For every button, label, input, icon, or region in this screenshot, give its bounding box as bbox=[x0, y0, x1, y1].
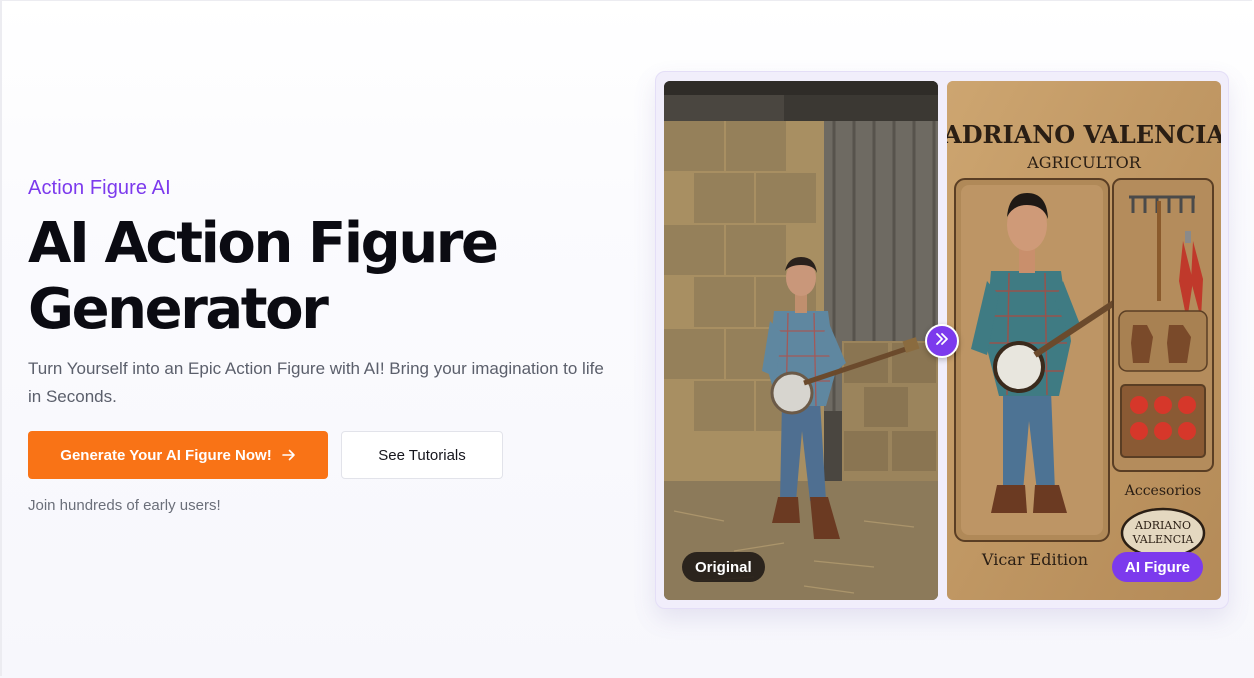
page-title: AI Action Figure Generator bbox=[28, 211, 628, 343]
box-subtitle-text: AGRICULTOR bbox=[1026, 153, 1142, 172]
ai-figure-image: ADRIANO VALENCIA AGRICULTOR Accesorios A… bbox=[947, 81, 1221, 600]
title-line-1: AI Action Figure bbox=[28, 211, 499, 276]
before-after-card: Original ADRIANO VALENCIA AGRICULTOR Acc… bbox=[655, 71, 1229, 609]
box-name-text: ADRIANO VALENCIA bbox=[947, 120, 1221, 149]
hero-section: Action Figure AI AI Action Figure Genera… bbox=[28, 175, 628, 514]
title-line-2: Generator bbox=[28, 277, 329, 342]
arrow-right-icon bbox=[281, 448, 296, 462]
original-photo: Original bbox=[664, 81, 938, 600]
edition-text: Vicar Edition bbox=[981, 550, 1088, 569]
generate-figure-button[interactable]: Generate Your AI Figure Now! bbox=[28, 431, 328, 479]
chevrons-right-icon bbox=[934, 331, 950, 352]
eyebrow-text: Action Figure AI bbox=[28, 177, 171, 199]
accessories-text: Accesorios bbox=[1124, 483, 1201, 499]
badge-line1-text: ADRIANO bbox=[1134, 519, 1191, 532]
original-label: Original bbox=[682, 552, 765, 582]
see-tutorials-button[interactable]: See Tutorials bbox=[341, 431, 503, 479]
cta-group: Generate Your AI Figure Now! See Tutoria… bbox=[28, 431, 628, 479]
hero-subtitle: Turn Yourself into an Epic Action Figure… bbox=[28, 359, 604, 406]
social-proof-text: Join hundreds of early users! bbox=[28, 497, 221, 514]
compare-toggle-button[interactable] bbox=[925, 324, 959, 358]
ai-figure-label: AI Figure bbox=[1111, 552, 1203, 582]
generate-figure-label: Generate Your AI Figure Now! bbox=[60, 446, 272, 464]
badge-line2-text: VALENCIA bbox=[1132, 533, 1195, 546]
